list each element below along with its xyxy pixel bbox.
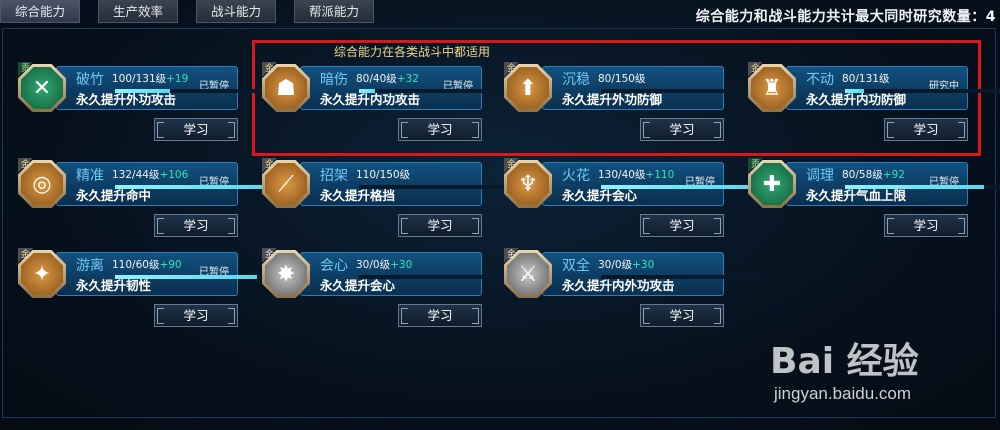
tab-production[interactable]: 生产效率 bbox=[98, 0, 178, 23]
learn-button[interactable]: 学习 bbox=[154, 304, 238, 327]
skill-description: 永久提升会心 bbox=[562, 188, 638, 203]
skill-level-value: 100/131级 bbox=[112, 73, 167, 85]
tier-badge: 贡 bbox=[18, 62, 33, 77]
tier-badge: 金 bbox=[504, 158, 519, 173]
skill-level: 30/0级+30 bbox=[598, 257, 654, 272]
skill-level: 80/150级 bbox=[598, 71, 645, 86]
tier-badge: 金 bbox=[504, 62, 519, 77]
skill-name: 沉稳 bbox=[562, 72, 590, 88]
skill-description: 永久提升外功防御 bbox=[562, 92, 663, 107]
learn-button[interactable]: 学习 bbox=[154, 214, 238, 237]
skill-level-bonus: +106 bbox=[159, 169, 189, 181]
skill-name: 不动 bbox=[806, 72, 834, 88]
skill-level: 110/150级 bbox=[356, 167, 410, 182]
skill-name: 暗伤 bbox=[320, 72, 348, 88]
skill-name: 火花 bbox=[562, 168, 590, 184]
skill-level-value: 30/0级 bbox=[356, 259, 391, 271]
watermark-url: jingyan.baidu.com bbox=[774, 384, 912, 403]
skill-level: 30/0级+30 bbox=[356, 257, 412, 272]
skill-level-bonus: +32 bbox=[396, 73, 419, 85]
skill-level-value: 110/60级 bbox=[112, 259, 160, 271]
tier-badge: 金 bbox=[262, 62, 277, 77]
learn-button[interactable]: 学习 bbox=[398, 118, 482, 141]
skill-level-bonus: +30 bbox=[390, 259, 413, 271]
learn-button[interactable]: 学习 bbox=[640, 118, 724, 141]
skill-card[interactable]: ⚔ 金 双全 30/0级+30 永久提升内外功攻击 学习 bbox=[504, 248, 759, 348]
skill-card[interactable]: 已暂停 ☗ 金 暗伤 80/40级+32 永久提升内功攻击 学习 bbox=[262, 62, 517, 162]
skill-level: 80/40级+32 bbox=[356, 71, 419, 86]
skill-description: 永久提升韧性 bbox=[76, 278, 152, 293]
skill-level-value: 132/44级 bbox=[112, 169, 160, 181]
learn-button[interactable]: 学习 bbox=[640, 304, 724, 327]
tier-badge: 金 bbox=[748, 62, 763, 77]
skill-description: 永久提升外功攻击 bbox=[76, 92, 177, 107]
skill-description: 永久提升格挡 bbox=[320, 188, 396, 203]
skill-level-bonus: +19 bbox=[166, 73, 189, 85]
learn-button[interactable]: 学习 bbox=[398, 304, 482, 327]
tier-badge: 贡 bbox=[748, 158, 763, 173]
learn-button[interactable]: 学习 bbox=[884, 118, 968, 141]
tab-combat[interactable]: 战斗能力 bbox=[196, 0, 276, 23]
skill-card[interactable]: ⬆ 金 沉稳 80/150级 永久提升外功防御 学习 bbox=[504, 62, 759, 162]
skill-level: 110/60级+90 bbox=[112, 257, 182, 272]
skill-card[interactable]: 已暂停 ✚ 贡 调理 80/58级+92 永久提升气血上限 学习 bbox=[748, 158, 1000, 258]
skill-card[interactable]: 已暂停 ✦ 金 游离 110/60级+90 永久提升韧性 学习 bbox=[18, 248, 273, 348]
skill-description: 永久提升气血上限 bbox=[806, 188, 907, 203]
skill-description: 永久提升内功攻击 bbox=[320, 92, 421, 107]
skill-level: 80/58级+92 bbox=[842, 167, 905, 182]
tab-comprehensive[interactable]: 综合能力 bbox=[0, 0, 80, 23]
skill-name: 破竹 bbox=[76, 72, 104, 88]
skill-level-bonus: +90 bbox=[159, 259, 182, 271]
skill-description: 永久提升内外功攻击 bbox=[562, 278, 675, 293]
tier-badge: 金 bbox=[18, 158, 33, 173]
skill-level: 132/44级+106 bbox=[112, 167, 188, 182]
skill-level-value: 80/40级 bbox=[356, 73, 397, 85]
skill-level-value: 30/0级 bbox=[598, 259, 633, 271]
skill-level: 100/131级+19 bbox=[112, 71, 188, 86]
learn-button[interactable]: 学习 bbox=[640, 214, 724, 237]
skill-level: 80/131级 bbox=[842, 71, 889, 86]
skill-description: 永久提升会心 bbox=[320, 278, 396, 293]
skill-level-value: 110/150级 bbox=[356, 169, 411, 181]
skill-description: 永久提升命中 bbox=[76, 188, 152, 203]
skill-card[interactable]: 已暂停 ✕ 贡 破竹 100/131级+19 永久提升外功攻击 学习 bbox=[18, 62, 273, 162]
research-limit-text: 综合能力和战斗能力共计最大同时研究数量：4 bbox=[695, 9, 996, 25]
learn-button[interactable]: 学习 bbox=[884, 214, 968, 237]
skill-level: 130/40级+110 bbox=[598, 167, 674, 182]
skill-level-bonus: +92 bbox=[882, 169, 905, 181]
skill-card[interactable]: 已暂停 ♆ 金 火花 130/40级+110 永久提升会心 学习 bbox=[504, 158, 759, 258]
tab-guild[interactable]: 帮派能力 bbox=[294, 0, 374, 23]
skill-level-value: 80/131级 bbox=[842, 73, 890, 85]
tier-badge: 金 bbox=[262, 248, 277, 263]
skill-level-bonus: +30 bbox=[632, 259, 655, 271]
watermark: Bai 经验 jingyan.baidu.com bbox=[770, 318, 990, 428]
skill-description: 永久提升内功防御 bbox=[806, 92, 907, 107]
skill-card[interactable]: ✸ 金 会心 30/0级+30 永久提升会心 学习 bbox=[262, 248, 517, 348]
tier-badge: 金 bbox=[262, 158, 277, 173]
skill-level-bonus: +110 bbox=[645, 169, 675, 181]
skill-name: 精准 bbox=[76, 168, 104, 184]
skill-card[interactable]: 研究中 ♜ 金 不动 80/131级 永久提升内功防御 学习 bbox=[748, 62, 1000, 162]
skill-name: 调理 bbox=[806, 168, 834, 184]
skill-level-value: 80/58级 bbox=[842, 169, 883, 181]
skill-name: 会心 bbox=[320, 258, 348, 274]
skill-name: 游离 bbox=[76, 258, 104, 274]
skill-level-value: 130/40级 bbox=[598, 169, 646, 181]
tier-badge: 金 bbox=[18, 248, 33, 263]
skill-level-value: 80/150级 bbox=[598, 73, 646, 85]
skill-card[interactable]: ⟋ 金 招架 110/150级 永久提升格挡 学习 bbox=[262, 158, 517, 258]
tier-badge: 金 bbox=[504, 248, 519, 263]
watermark-logo: Bai 经验 bbox=[770, 341, 919, 382]
highlight-label: 综合能力在各类战斗中都适用 bbox=[333, 45, 490, 59]
learn-button[interactable]: 学习 bbox=[398, 214, 482, 237]
learn-button[interactable]: 学习 bbox=[154, 118, 238, 141]
skill-name: 双全 bbox=[562, 258, 590, 274]
skill-name: 招架 bbox=[320, 168, 348, 184]
skill-card[interactable]: 已暂停 ◎ 金 精准 132/44级+106 永久提升命中 学习 bbox=[18, 158, 273, 258]
